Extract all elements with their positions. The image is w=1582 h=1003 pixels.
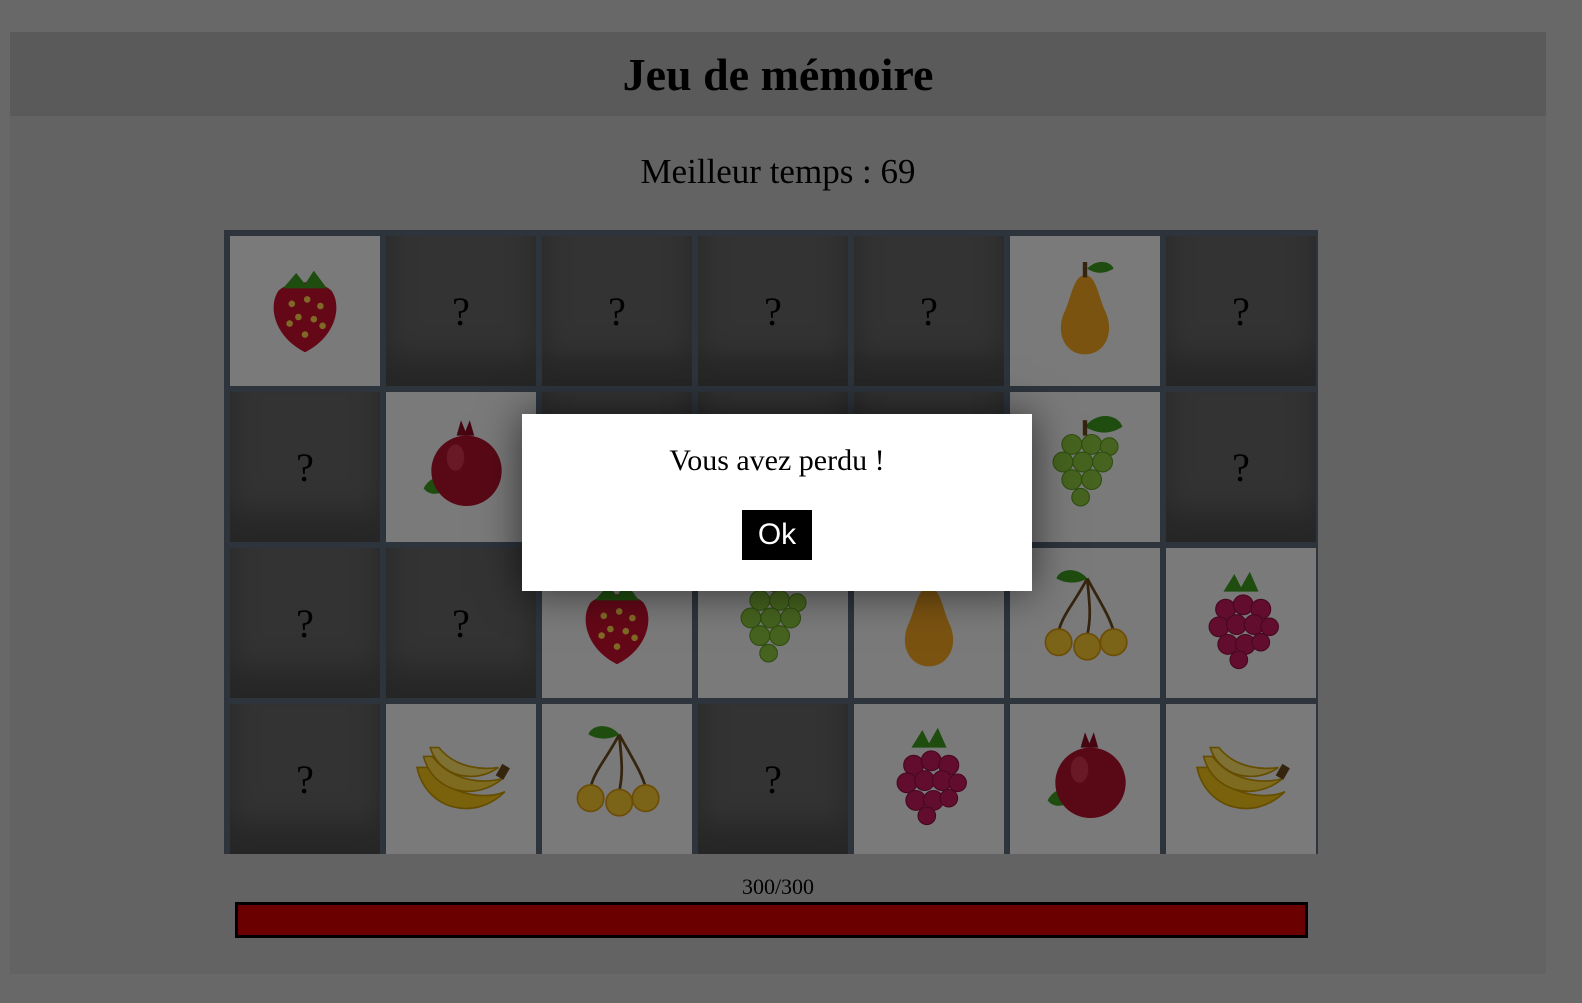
game-over-dialog: Vous avez perdu ! Ok bbox=[522, 414, 1032, 591]
ok-button[interactable]: Ok bbox=[742, 510, 812, 560]
game-over-message: Vous avez perdu ! bbox=[669, 444, 885, 477]
